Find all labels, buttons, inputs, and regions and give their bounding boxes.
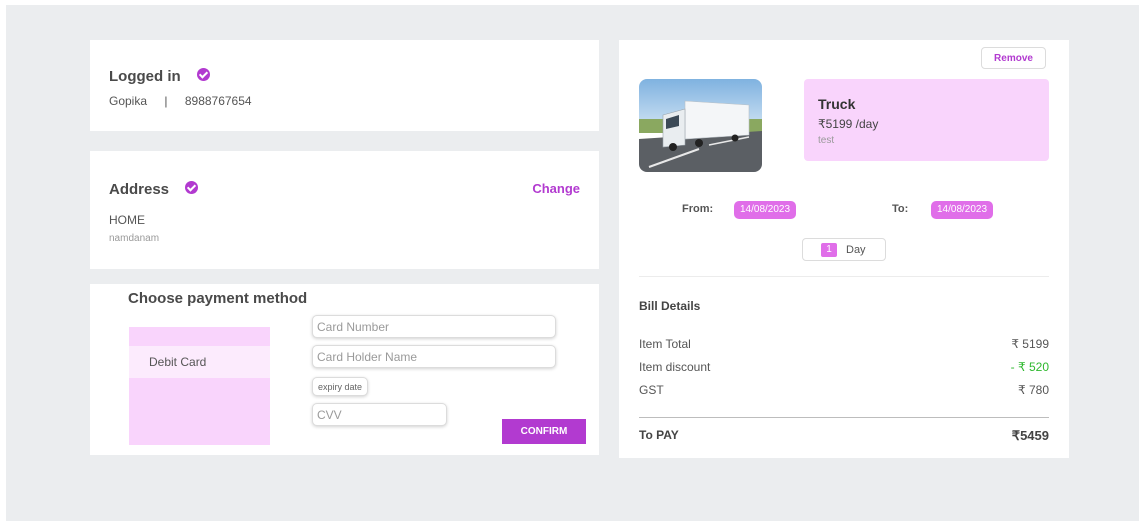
address-card: Address Change HOME namdanam xyxy=(90,151,599,269)
payment-method-debit-card[interactable]: Debit Card xyxy=(129,346,270,378)
bill-row: Item Total ₹ 5199 xyxy=(639,337,1049,351)
bill-details-title: Bill Details xyxy=(639,299,701,313)
login-details: Gopika | 8988767654 xyxy=(109,94,252,108)
bill-row: Item discount - ₹ 520 xyxy=(639,360,1049,374)
total-row: To PAY ₹5459 xyxy=(639,428,1049,443)
item-name: Truck xyxy=(818,96,856,112)
verified-check-icon xyxy=(185,181,199,195)
confirm-button[interactable]: CONFIRM xyxy=(502,419,586,444)
item-info-box: Truck ₹5199 /day test xyxy=(804,79,1049,161)
address-heading: Address xyxy=(109,181,199,199)
expiry-date-picker[interactable]: expiry date xyxy=(312,377,369,396)
bill-row-value: ₹ 780 xyxy=(1018,383,1049,397)
verified-check-icon xyxy=(197,68,211,82)
from-label: From: xyxy=(682,203,714,215)
address-title: Address xyxy=(109,181,170,198)
card-holder-name-input[interactable] xyxy=(312,345,556,368)
bill-row-value: ₹ 5199 xyxy=(1011,337,1049,351)
day-count: 1 xyxy=(821,243,837,257)
address-line: namdanam xyxy=(109,233,160,244)
bill-row-label: Item discount xyxy=(639,360,711,374)
truck-illustration xyxy=(639,79,762,172)
bill-row-label: GST xyxy=(639,383,664,397)
to-date[interactable]: 14/08/2023 xyxy=(931,201,994,219)
day-label: Day xyxy=(846,244,866,256)
total-divider xyxy=(639,417,1049,418)
truck-image xyxy=(639,79,762,172)
item-description: test xyxy=(818,135,835,146)
divider xyxy=(639,276,1049,277)
order-summary-card: Remove Truck ₹5199 /day test From: 14/08… xyxy=(619,40,1069,458)
item-price: ₹5199 /day xyxy=(818,117,879,131)
total-value: ₹5459 xyxy=(1011,428,1049,443)
bill-row: GST ₹ 780 xyxy=(639,383,1049,397)
from-date[interactable]: 14/08/2023 xyxy=(734,201,797,219)
bill-row-label: Item Total xyxy=(639,337,691,351)
day-count-box: 1 Day xyxy=(802,238,886,261)
payment-card: Choose payment method Debit Card expiry … xyxy=(90,284,599,455)
login-heading: Logged in xyxy=(109,68,211,86)
login-title: Logged in xyxy=(109,68,181,85)
discount-value: - ₹ 520 xyxy=(1010,360,1049,374)
change-address-link[interactable]: Change xyxy=(532,181,580,196)
payment-title: Choose payment method xyxy=(128,290,308,307)
user-name: Gopika xyxy=(109,94,148,108)
login-card: Logged in Gopika | 8988767654 xyxy=(90,40,599,131)
payment-methods-panel: Debit Card xyxy=(129,327,270,445)
address-type: HOME xyxy=(109,213,145,227)
user-phone: 8988767654 xyxy=(184,94,252,108)
separator: | xyxy=(164,94,168,108)
total-label: To PAY xyxy=(639,428,679,442)
cvv-input[interactable] xyxy=(312,403,447,426)
card-number-input[interactable] xyxy=(312,315,556,338)
remove-button[interactable]: Remove xyxy=(981,47,1046,69)
to-label: To: xyxy=(892,203,909,215)
